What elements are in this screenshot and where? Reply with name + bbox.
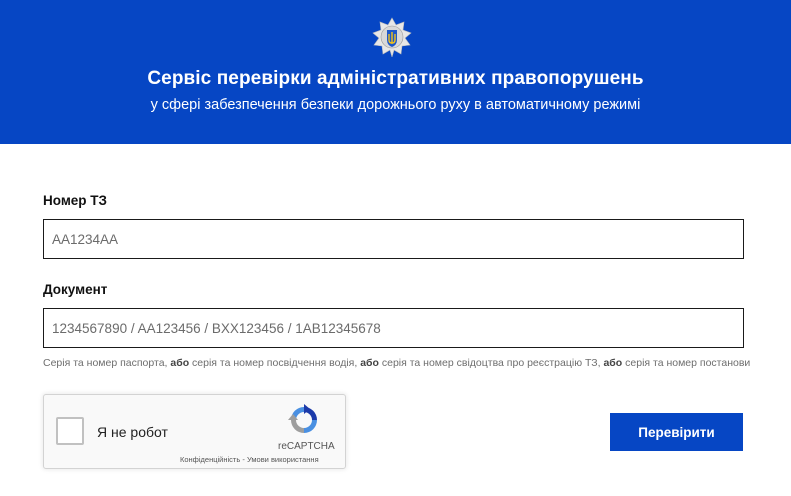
vehicle-number-label: Номер ТЗ [43,193,108,208]
page-header: Сервіс перевірки адміністративних правоп… [0,0,791,144]
recaptcha-label: Я не робот [97,424,168,440]
recaptcha-brand: reCAPTCHA [278,441,335,452]
hint-or: або [360,357,379,369]
recaptcha-links: Конфіденційність - Умови використання [180,455,319,464]
hint-text: серія та номер посвідчення водія, [189,357,361,369]
page-subtitle: у сфері забезпечення безпеки дорожнього … [150,97,641,113]
police-emblem-icon [372,17,412,57]
hint-text: Серія та номер паспорта, [43,357,171,369]
recaptcha-checkbox[interactable] [56,417,84,445]
recaptcha-privacy-link[interactable]: Конфіденційність [180,455,240,464]
recaptcha-widget: Я не робот reCAPTCHA Конфіденційність - … [43,394,346,469]
recaptcha-separator: - [240,455,247,464]
recaptcha-logo-icon [288,404,317,433]
hint-text: серія та номер постанови [622,357,751,369]
hint-text: серія та номер свідоцтва про реєстрацію … [378,357,604,369]
submit-button[interactable]: Перевірити [610,413,743,451]
recaptcha-terms-link[interactable]: Умови використання [247,455,319,464]
document-label: Документ [43,282,108,297]
hint-or: або [603,357,623,369]
page-title: Сервіс перевірки адміністративних правоп… [147,68,644,89]
vehicle-number-input[interactable] [43,219,744,259]
document-input[interactable] [43,308,744,348]
hint-or: або [170,357,190,369]
document-hint: Серія та номер паспорта, або серія та но… [43,357,750,369]
